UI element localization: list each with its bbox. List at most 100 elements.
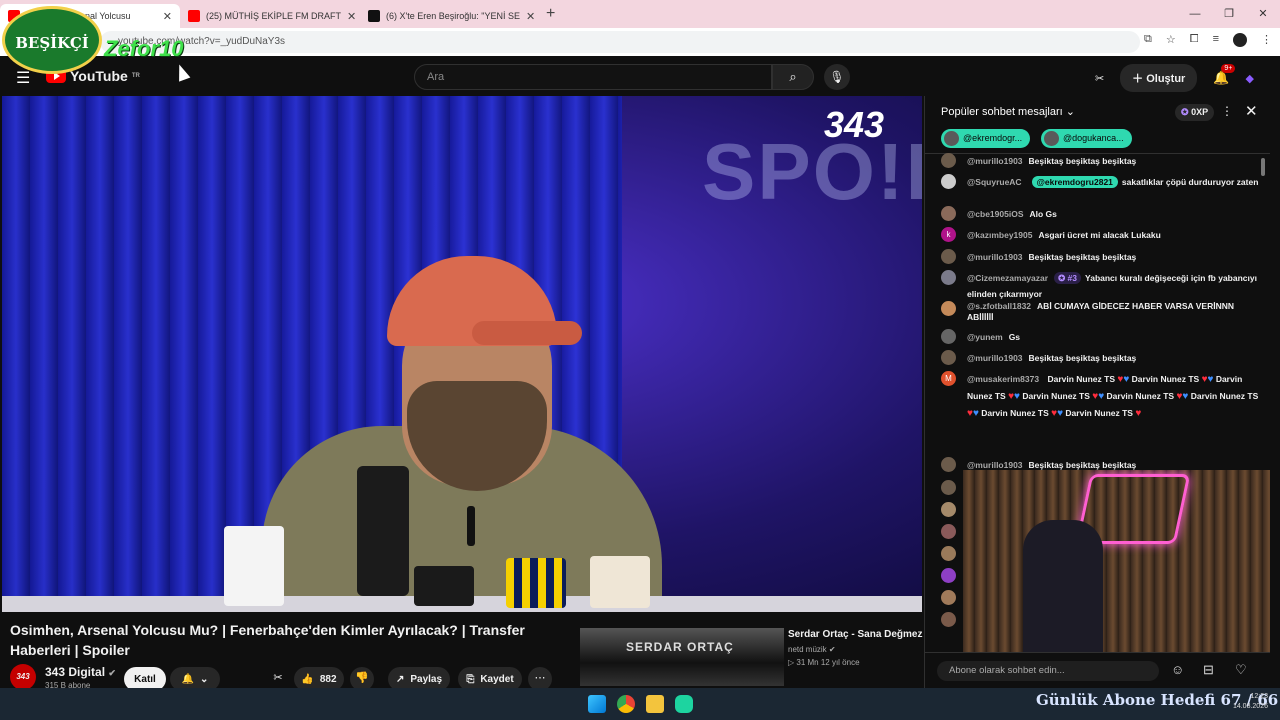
chrome-icon[interactable] bbox=[617, 695, 635, 713]
chat-username[interactable]: @murillo1903 bbox=[967, 460, 1023, 470]
chat-text: Darvin Nunez TS bbox=[1022, 391, 1090, 401]
search-button[interactable]: ⌕ bbox=[772, 64, 814, 90]
chat-text: Darvin Nunez TS bbox=[1065, 408, 1133, 418]
chat-username[interactable]: @kazımbey1905 bbox=[967, 230, 1032, 240]
user-avatar bbox=[941, 329, 956, 344]
xp-badge[interactable]: ✪ 0XP bbox=[1175, 104, 1215, 121]
user-avatar bbox=[941, 457, 956, 472]
chat-username[interactable]: @s.zfotball1832 bbox=[967, 301, 1031, 311]
user-avatar bbox=[941, 270, 956, 285]
restore-icon[interactable]: ❐ bbox=[1212, 0, 1246, 28]
browser-tab[interactable]: (25) MÜTHİŞ EKİPLE FM DRAFT ✕ bbox=[180, 4, 360, 28]
user-avatar bbox=[941, 174, 956, 189]
extensions-icon[interactable]: ⧠ bbox=[1190, 33, 1199, 47]
chat-text: Asgari ücret mi alacak Lukaku bbox=[1038, 230, 1161, 240]
media-control-icon[interactable]: ≡ bbox=[1213, 33, 1219, 47]
hamburger-menu-icon[interactable]: ☰ bbox=[16, 68, 30, 88]
related-channel-name: netd müzik bbox=[788, 645, 827, 654]
voice-search-button[interactable]: 🎙 bbox=[824, 64, 850, 90]
chat-scrollbar[interactable] bbox=[1261, 158, 1265, 176]
chat-username[interactable]: @musakerim8373 bbox=[967, 374, 1039, 384]
chat-username[interactable]: @cbe1905iOS bbox=[967, 209, 1024, 219]
chat-message: @murillo1903 Beşiktaş beşiktaş beşiktaş bbox=[941, 153, 1259, 169]
user-avatar bbox=[941, 480, 956, 495]
channel-name-text: 343 Digital bbox=[45, 665, 106, 679]
chat-username[interactable]: @murillo1903 bbox=[967, 156, 1023, 166]
close-icon[interactable]: ✕ bbox=[163, 10, 172, 23]
save-label: Kaydet bbox=[480, 673, 514, 685]
chat-username[interactable]: @Cizemezamayazar bbox=[967, 273, 1048, 283]
clip-icon[interactable]: ✂ bbox=[1095, 72, 1104, 85]
chat-more-icon[interactable]: ⋮ bbox=[1221, 104, 1233, 118]
like-count: 882 bbox=[319, 673, 337, 685]
chat-username[interactable]: @yunem bbox=[967, 332, 1003, 342]
browser-tab[interactable]: (6) X'te Eren Beşiroğlu: "YENİ SE ✕ bbox=[360, 4, 540, 28]
emoji-icon[interactable]: ☺ bbox=[1171, 662, 1184, 677]
bookmark-icon: ⎘ bbox=[466, 673, 475, 685]
chat-text: Beşiktaş beşiktaş beşiktaş bbox=[1028, 460, 1137, 470]
close-icon[interactable]: ✕ bbox=[526, 10, 535, 23]
search-input[interactable]: Ara bbox=[414, 64, 772, 90]
rank-badge: ✪ #3 bbox=[1054, 272, 1082, 284]
rank-value: #3 bbox=[1067, 273, 1078, 283]
file-explorer-icon[interactable] bbox=[646, 695, 664, 713]
user-avatar bbox=[941, 502, 956, 517]
channel-name[interactable]: 343 Digital ✔ bbox=[45, 665, 116, 679]
create-button[interactable]: ＋ Oluştur bbox=[1120, 64, 1198, 92]
channel-avatar[interactable]: 343 bbox=[10, 664, 36, 690]
backdrop-logo: SPO!L bbox=[702, 127, 922, 216]
bookmark-star-icon[interactable]: ☆ bbox=[1166, 33, 1176, 47]
address-bar[interactable]: youtube.com/watch?v=_yudDuNaY3s bbox=[100, 31, 1140, 53]
account-avatar[interactable]: ◆ bbox=[1246, 72, 1254, 85]
youtube-logo-text: YouTube bbox=[70, 68, 128, 84]
chat-message: k @kazımbey1905 Asgari ücret mi alacak Lu… bbox=[941, 227, 1259, 243]
app-icon[interactable] bbox=[675, 695, 693, 713]
window-controls: — ❐ ✕ bbox=[1178, 0, 1280, 28]
red-heart-icon: ♥ bbox=[1135, 408, 1142, 419]
star-icon: ✪ bbox=[1181, 107, 1189, 117]
blue-heart-icon: ♥ bbox=[972, 408, 979, 419]
share-icon: ↗ bbox=[395, 673, 405, 685]
related-video-title[interactable]: Serdar Ortaç - Sana Değmez bbox=[788, 629, 923, 640]
chat-username[interactable]: @SquyrueAC bbox=[967, 177, 1022, 187]
system-clock[interactable]: 12:23 14.08.2026 bbox=[1233, 692, 1268, 712]
blue-heart-icon: ♥ bbox=[1123, 374, 1130, 385]
browser-toolbar: youtube.com/watch?v=_yudDuNaY3s ⧉ ☆ ⧠ ≡ … bbox=[0, 28, 1280, 56]
related-video-channel[interactable]: netd müzik ✔ bbox=[788, 645, 836, 654]
minimize-icon[interactable]: — bbox=[1178, 0, 1212, 28]
video-watermark-logo: 343 bbox=[824, 104, 885, 145]
chat-close-icon[interactable]: ✕ bbox=[1245, 102, 1258, 120]
close-window-icon[interactable]: ✕ bbox=[1246, 0, 1280, 28]
related-video-thumbnail[interactable]: SERDAR ORTAÇ bbox=[580, 628, 784, 686]
new-tab-icon[interactable]: + bbox=[546, 5, 555, 23]
pinned-user-chip[interactable]: @dogukanca... bbox=[1041, 129, 1132, 148]
clock-time: 12:23 bbox=[1250, 693, 1268, 700]
chat-mode-dropdown[interactable]: Popüler sohbet mesajları ⌄ bbox=[941, 105, 1075, 118]
chat-username[interactable]: @murillo1903 bbox=[967, 353, 1023, 363]
profile-avatar-icon[interactable] bbox=[1233, 33, 1247, 47]
notification-count-badge: 9+ bbox=[1221, 64, 1236, 73]
install-icon[interactable]: ⧉ bbox=[1144, 33, 1152, 47]
user-avatar bbox=[941, 590, 956, 605]
user-avatar bbox=[941, 153, 956, 168]
related-video-meta: ▷ 31 Mn 12 yıl önce bbox=[788, 658, 860, 667]
heart-icon[interactable]: ♡ bbox=[1235, 662, 1247, 678]
video-player[interactable]: SPO!L 343 bbox=[2, 96, 922, 612]
windows-start-icon[interactable] bbox=[588, 695, 606, 713]
user-avatar bbox=[941, 612, 956, 627]
header-actions: ✂ ＋ Oluştur 🔔 9+ ◆ bbox=[1095, 64, 1254, 92]
region-code: TR bbox=[131, 73, 140, 79]
gaming-chair bbox=[1023, 520, 1103, 658]
microphone-icon: 🎙 bbox=[829, 70, 845, 84]
toolbar-icons: ⧉ ☆ ⧠ ≡ ⋮ bbox=[1144, 33, 1272, 47]
user-avatar bbox=[941, 301, 956, 316]
chat-mention[interactable]: @ekremdogru2821 bbox=[1031, 176, 1118, 188]
chat-message-input[interactable]: Abone olarak sohbet edin... bbox=[937, 661, 1159, 681]
notifications-bell-icon[interactable]: 🔔 9+ bbox=[1213, 64, 1236, 86]
close-icon[interactable]: ✕ bbox=[347, 10, 356, 23]
chat-username[interactable]: @murillo1903 bbox=[967, 252, 1023, 262]
browser-menu-icon[interactable]: ⋮ bbox=[1261, 33, 1272, 47]
chat-text: Darvin Nunez TS bbox=[981, 408, 1049, 418]
super-chat-icon[interactable]: ⊟ bbox=[1203, 662, 1214, 678]
pinned-user-chip[interactable]: @ekremdogr... bbox=[941, 129, 1031, 148]
